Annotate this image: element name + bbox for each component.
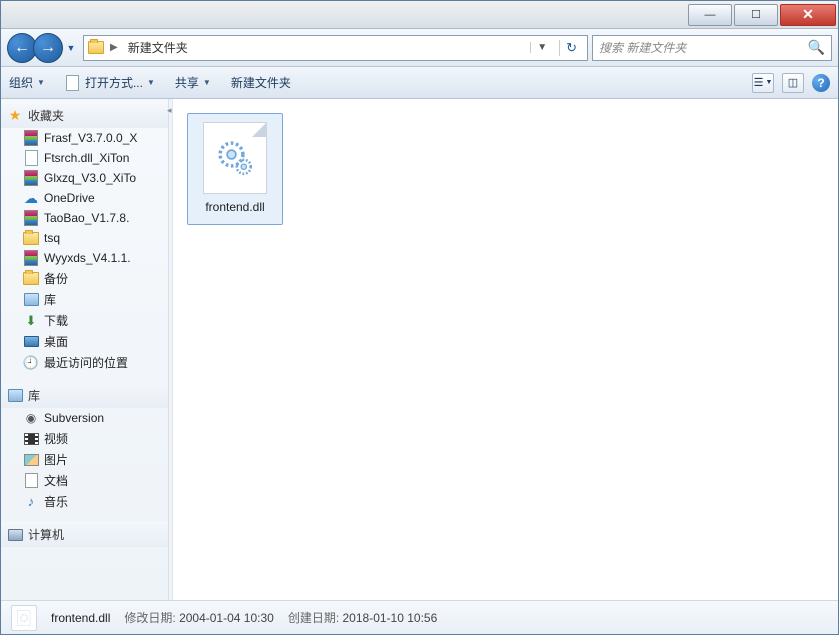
sidebar[interactable]: ★收藏夹Frasf_V3.7.0.0_XFtsrch.dll_XiTonGlxz…	[1, 99, 169, 600]
search-placeholder: 搜索 新建文件夹	[599, 39, 686, 56]
nav-row: ← → ▼ ▶ 新建文件夹 ▼ ↻ 搜索 新建文件夹 🔍	[1, 29, 838, 67]
sidebar-item[interactable]: ⬇下载	[1, 310, 168, 331]
address-bar[interactable]: ▶ 新建文件夹 ▼ ↻	[83, 35, 588, 61]
refresh-button[interactable]: ↻	[559, 40, 583, 56]
status-created: 创建日期: 2018-01-10 10:56	[288, 609, 437, 626]
main-area: ★收藏夹Frasf_V3.7.0.0_XFtsrch.dll_XiTonGlxz…	[1, 99, 838, 600]
minimize-button[interactable]: —	[688, 4, 732, 26]
sidebar-item[interactable]: 视频	[1, 428, 168, 449]
sidebar-group-head[interactable]: ★收藏夹	[1, 103, 168, 128]
sidebar-item[interactable]: tsq	[1, 228, 168, 248]
sidebar-item[interactable]: 图片	[1, 449, 168, 470]
sidebar-item[interactable]: ◉Subversion	[1, 408, 168, 428]
search-input[interactable]: 搜索 新建文件夹 🔍	[592, 35, 832, 61]
sidebar-item[interactable]: 文档	[1, 470, 168, 491]
content-pane[interactable]: frontend.dll	[173, 99, 838, 600]
preview-pane-button[interactable]: ◫	[782, 73, 804, 93]
titlebar: — ☐ ✕	[1, 1, 838, 29]
nav-history-dropdown[interactable]: ▼	[63, 34, 79, 62]
view-options-button[interactable]: ☰▼	[752, 73, 774, 93]
openwith-menu[interactable]: 打开方式...▼	[65, 74, 155, 91]
newfolder-button[interactable]: 新建文件夹	[231, 74, 291, 91]
status-modified: 修改日期: 2004-01-04 10:30	[124, 609, 273, 626]
sidebar-item[interactable]: ♪音乐	[1, 491, 168, 512]
forward-button[interactable]: →	[33, 33, 63, 63]
file-label: frontend.dll	[205, 200, 264, 214]
sidebar-item[interactable]: Glxzq_V3.0_XiTo	[1, 168, 168, 188]
toolbar: 组织▼ 打开方式...▼ 共享▼ 新建文件夹 ☰▼ ◫ ?	[1, 67, 838, 99]
dll-file-icon	[203, 122, 267, 194]
breadcrumb-sep: ▶	[110, 42, 118, 53]
file-item[interactable]: frontend.dll	[187, 113, 283, 225]
sidebar-group-head[interactable]: 库	[1, 383, 168, 408]
maximize-button[interactable]: ☐	[734, 4, 778, 26]
status-file-icon	[11, 605, 37, 631]
status-bar: frontend.dll 修改日期: 2004-01-04 10:30 创建日期…	[1, 600, 838, 634]
sidebar-item[interactable]: Wyyxds_V4.1.1.	[1, 248, 168, 268]
sidebar-item[interactable]: 库	[1, 289, 168, 310]
sidebar-splitter[interactable]	[169, 99, 173, 600]
sidebar-item[interactable]: Frasf_V3.7.0.0_X	[1, 128, 168, 148]
status-filename: frontend.dll	[51, 611, 110, 625]
share-menu[interactable]: 共享▼	[175, 74, 211, 91]
address-dropdown[interactable]: ▼	[530, 42, 553, 53]
page-icon	[66, 75, 79, 91]
organize-menu[interactable]: 组织▼	[9, 74, 45, 91]
sidebar-item[interactable]: 备份	[1, 268, 168, 289]
close-button[interactable]: ✕	[780, 4, 836, 26]
search-icon[interactable]: 🔍	[808, 39, 825, 56]
sidebar-item[interactable]: ☁OneDrive	[1, 188, 168, 208]
folder-icon	[88, 41, 104, 54]
sidebar-item[interactable]: TaoBao_V1.7.8.	[1, 208, 168, 228]
sidebar-group-head[interactable]: 计算机	[1, 522, 168, 547]
sidebar-item[interactable]: 🕘最近访问的位置	[1, 352, 168, 373]
explorer-window: — ☐ ✕ ← → ▼ ▶ 新建文件夹 ▼ ↻ 搜索 新建文件夹 🔍 组织▼	[0, 0, 839, 635]
sidebar-item[interactable]: Ftsrch.dll_XiTon	[1, 148, 168, 168]
sidebar-item[interactable]: 桌面	[1, 331, 168, 352]
help-button[interactable]: ?	[812, 74, 830, 92]
breadcrumb[interactable]: 新建文件夹	[124, 37, 192, 58]
